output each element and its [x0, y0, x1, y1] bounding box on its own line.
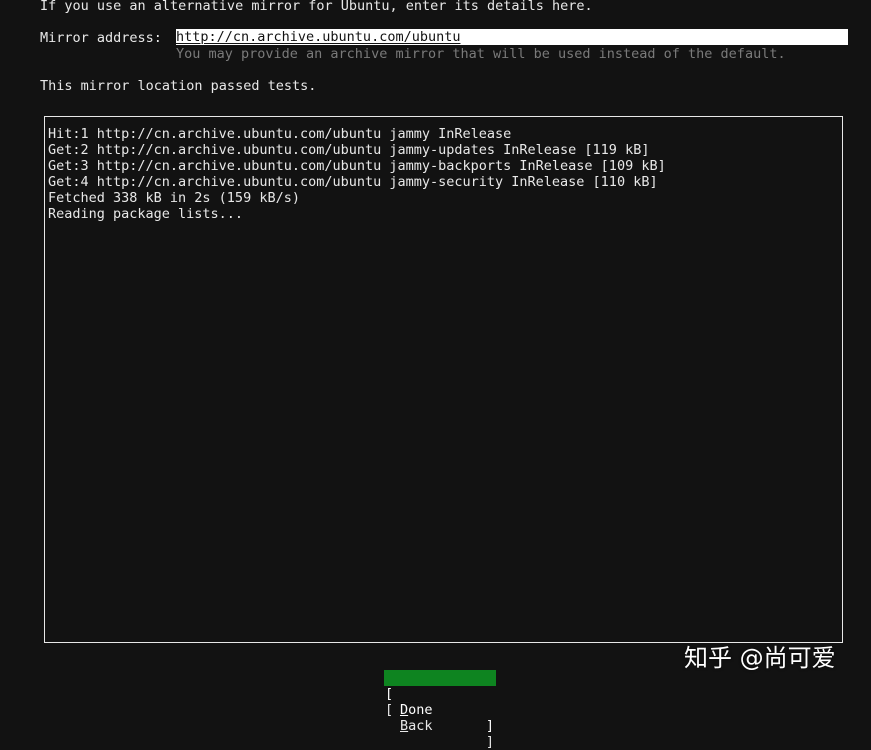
done-button-label-rest: one: [408, 702, 433, 718]
back-button-accelerator: B: [400, 718, 409, 734]
mirror-test-status: This mirror location passed tests.: [40, 78, 317, 94]
mirror-address-hint: You may provide an archive mirror that w…: [176, 46, 786, 62]
apt-output-log[interactable]: Hit:1 http://cn.archive.ubuntu.com/ubunt…: [44, 116, 843, 643]
log-line: Get:4 http://cn.archive.ubuntu.com/ubunt…: [48, 174, 658, 190]
done-button[interactable]: [ Done ]: [384, 670, 496, 734]
mirror-address-input[interactable]: [176, 29, 848, 45]
log-line: Fetched 338 kB in 2s (159 kB/s): [48, 190, 300, 206]
done-button-right-bracket: ]: [485, 718, 494, 734]
log-line: Get:3 http://cn.archive.ubuntu.com/ubunt…: [48, 158, 666, 174]
back-button-left-bracket: [: [385, 702, 394, 718]
watermark: 知乎 @尚可爱: [684, 644, 836, 672]
done-button-accelerator: D: [400, 702, 409, 718]
mirror-address-label: Mirror address:: [40, 30, 162, 46]
intro-text: If you use an alternative mirror for Ubu…: [40, 0, 593, 14]
back-button-label-rest: ack: [408, 718, 433, 734]
back-button-label: Back: [400, 718, 433, 734]
done-button-label: Done: [400, 702, 433, 718]
back-button[interactable]: [ Back ]: [384, 686, 496, 750]
log-line: Reading package lists...: [48, 206, 244, 222]
log-line: Hit:1 http://cn.archive.ubuntu.com/ubunt…: [48, 126, 512, 142]
back-button-right-bracket: ]: [485, 734, 494, 750]
log-line: Get:2 http://cn.archive.ubuntu.com/ubunt…: [48, 142, 650, 158]
